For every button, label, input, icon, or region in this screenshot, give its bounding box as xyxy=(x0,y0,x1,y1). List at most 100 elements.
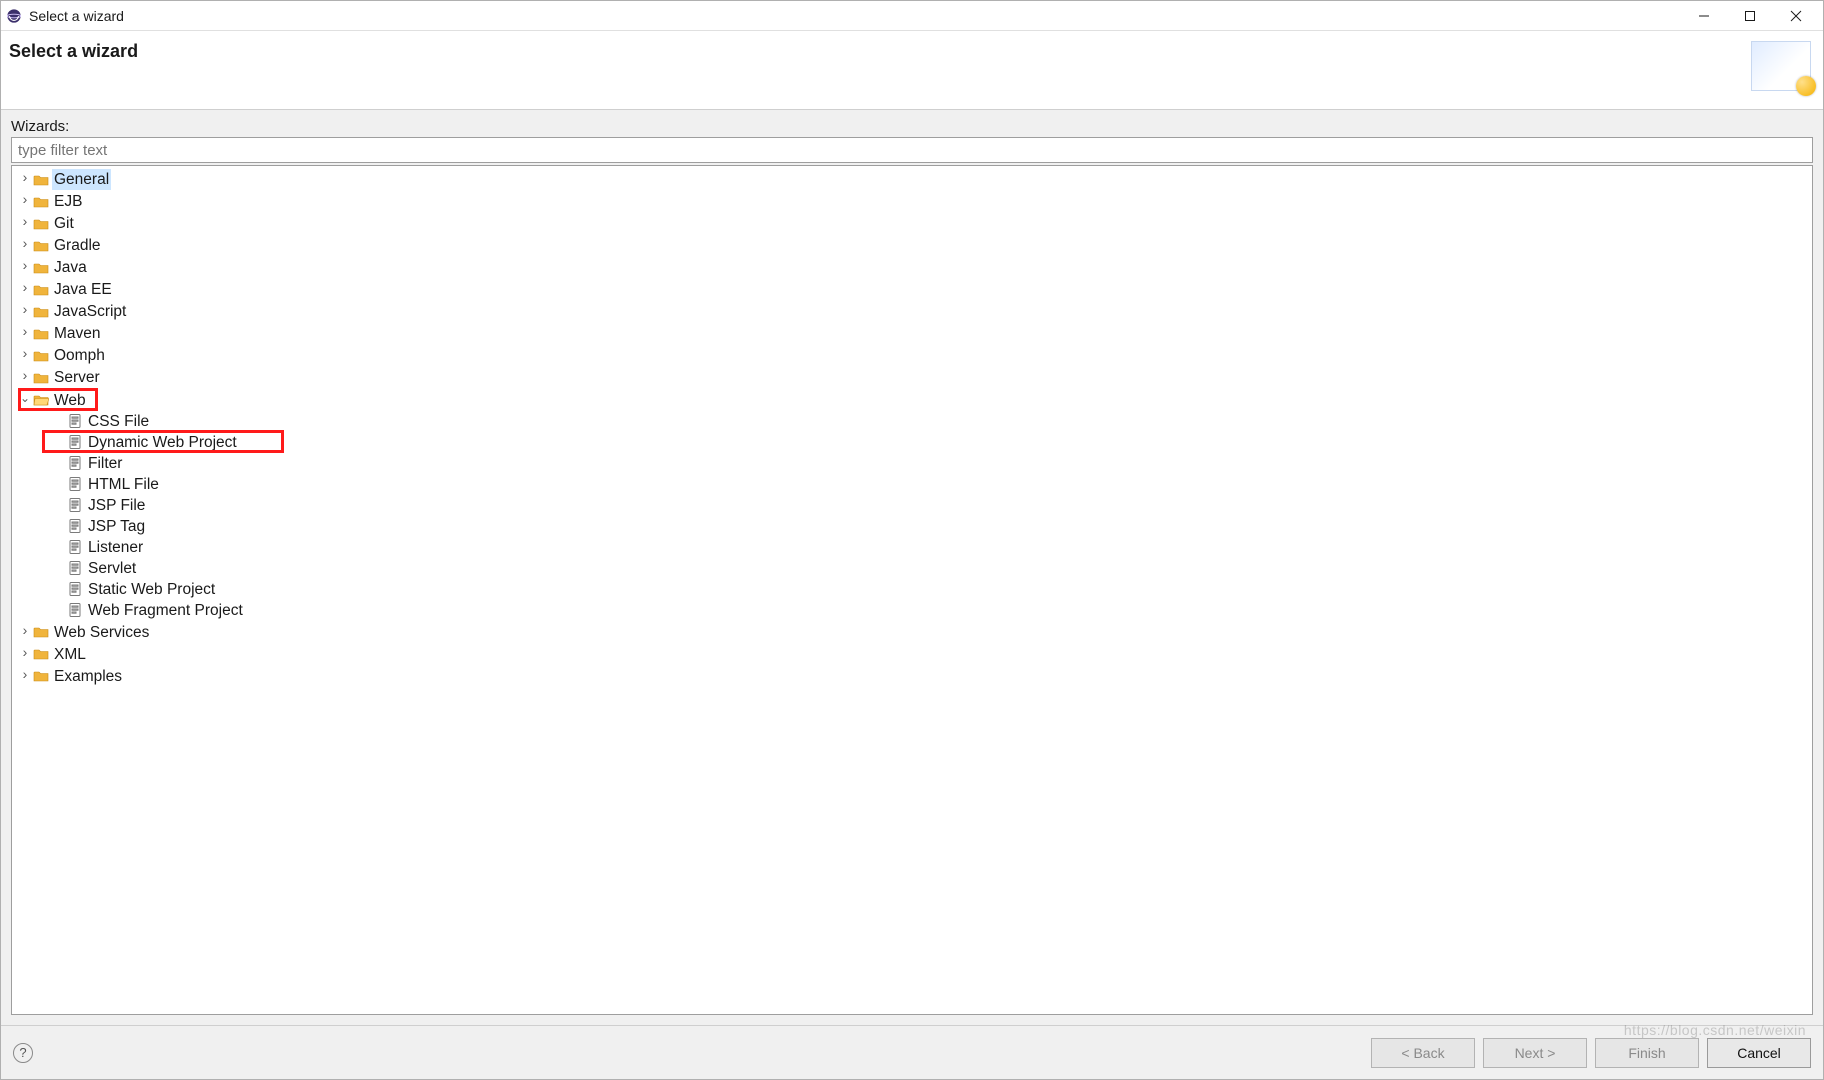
chevron-right-icon[interactable] xyxy=(18,300,32,323)
file-icon xyxy=(67,560,83,576)
chevron-right-icon[interactable] xyxy=(18,190,32,213)
maximize-button[interactable] xyxy=(1727,1,1773,31)
cancel-button[interactable]: Cancel xyxy=(1707,1038,1811,1068)
tree-folder-git[interactable]: Git xyxy=(12,212,1812,234)
window-title: Select a wizard xyxy=(29,8,124,24)
tree-row[interactable]: Examples xyxy=(12,666,1812,687)
tree-item-label: General xyxy=(52,169,111,190)
chevron-right-icon[interactable] xyxy=(18,621,32,644)
tree-item-label: Java xyxy=(52,257,89,278)
file-icon xyxy=(67,602,83,618)
tree-item-dynamic-web-project[interactable]: Dynamic Web Project xyxy=(12,432,1812,453)
tree-folder-web-services[interactable]: Web Services xyxy=(12,621,1812,643)
tree-item-label: Maven xyxy=(52,323,103,344)
chevron-right-icon[interactable] xyxy=(18,256,32,279)
tree-folder-server[interactable]: Server xyxy=(12,366,1812,388)
tree-row[interactable]: Static Web Project xyxy=(12,579,1812,600)
tree-row[interactable]: Gradle xyxy=(12,235,1812,256)
tree-row[interactable]: HTML File xyxy=(12,474,1812,495)
titlebar: Select a wizard xyxy=(1,1,1823,31)
next-button[interactable]: Next > xyxy=(1483,1038,1587,1068)
tree-row[interactable]: Filter xyxy=(12,453,1812,474)
tree-row[interactable]: JavaScript xyxy=(12,301,1812,322)
tree-folder-xml[interactable]: XML xyxy=(12,643,1812,665)
folder-icon xyxy=(33,668,49,684)
folder-icon xyxy=(33,172,49,188)
filter-input[interactable] xyxy=(11,137,1813,163)
dialog-header: Select a wizard xyxy=(1,31,1823,109)
tree-item-listener[interactable]: Listener xyxy=(12,537,1812,558)
chevron-right-icon[interactable] xyxy=(18,665,32,688)
chevron-right-icon[interactable] xyxy=(18,344,32,367)
tree-row[interactable]: General xyxy=(12,169,1812,190)
file-icon xyxy=(67,413,83,429)
tree-folder-web[interactable]: Web CSS File Dynamic Web Project Filter … xyxy=(12,388,1812,621)
tree-item-html-file[interactable]: HTML File xyxy=(12,474,1812,495)
tree-folder-gradle[interactable]: Gradle xyxy=(12,234,1812,256)
tree-item-servlet[interactable]: Servlet xyxy=(12,558,1812,579)
tree-item-label: Web Services xyxy=(52,622,151,643)
window-controls xyxy=(1681,1,1819,31)
tree-item-label: Web xyxy=(52,390,88,411)
tree-item-css-file[interactable]: CSS File xyxy=(12,411,1812,432)
tree-row[interactable]: Java xyxy=(12,257,1812,278)
chevron-down-icon[interactable] xyxy=(18,389,32,411)
tree-row[interactable]: EJB xyxy=(12,191,1812,212)
chevron-right-icon[interactable] xyxy=(18,322,32,345)
file-icon xyxy=(67,455,83,471)
tree-folder-oomph[interactable]: Oomph xyxy=(12,344,1812,366)
close-button[interactable] xyxy=(1773,1,1819,31)
tree-item-label: Static Web Project xyxy=(86,579,217,600)
back-button[interactable]: < Back xyxy=(1371,1038,1475,1068)
tree-item-jsp-file[interactable]: JSP File xyxy=(12,495,1812,516)
help-icon[interactable]: ? xyxy=(13,1043,33,1063)
tree-row[interactable]: Listener xyxy=(12,537,1812,558)
chevron-right-icon[interactable] xyxy=(18,234,32,257)
tree-folder-general[interactable]: General xyxy=(12,168,1812,190)
chevron-right-icon[interactable] xyxy=(18,366,32,389)
tree-row[interactable]: CSS File xyxy=(12,411,1812,432)
tree-folder-java[interactable]: Java xyxy=(12,256,1812,278)
tree-row[interactable]: Web xyxy=(12,390,1812,411)
folder-icon xyxy=(33,624,49,640)
tree-item-jsp-tag[interactable]: JSP Tag xyxy=(12,516,1812,537)
tree-folder-examples[interactable]: Examples xyxy=(12,665,1812,687)
tree-row[interactable]: Web Services xyxy=(12,622,1812,643)
tree-row[interactable]: Dynamic Web Project xyxy=(12,432,1812,453)
dialog-footer: ? < Back Next > Finish Cancel xyxy=(1,1025,1823,1079)
tree-row[interactable]: Web Fragment Project xyxy=(12,600,1812,621)
tree-folder-ejb[interactable]: EJB xyxy=(12,190,1812,212)
minimize-button[interactable] xyxy=(1681,1,1727,31)
wizard-tree[interactable]: General EJB Git Gradle Java Java EE Java… xyxy=(11,165,1813,1015)
tree-folder-javaee[interactable]: Java EE xyxy=(12,278,1812,300)
finish-button[interactable]: Finish xyxy=(1595,1038,1699,1068)
tree-folder-maven[interactable]: Maven xyxy=(12,322,1812,344)
chevron-right-icon[interactable] xyxy=(18,168,32,191)
folder-icon xyxy=(33,348,49,364)
tree-item-label: JSP Tag xyxy=(86,516,147,537)
tree-row[interactable]: Oomph xyxy=(12,345,1812,366)
dialog-body: Wizards: General EJB Git Gradle Java Jav… xyxy=(1,110,1823,1025)
tree-row[interactable]: Git xyxy=(12,213,1812,234)
tree-item-static-web-project[interactable]: Static Web Project xyxy=(12,579,1812,600)
tree-row[interactable]: Java EE xyxy=(12,279,1812,300)
tree-item-web-fragment-project[interactable]: Web Fragment Project xyxy=(12,600,1812,621)
tree-row[interactable]: Server xyxy=(12,367,1812,388)
folder-icon xyxy=(33,392,49,408)
tree-row[interactable]: Maven xyxy=(12,323,1812,344)
tree-item-filter[interactable]: Filter xyxy=(12,453,1812,474)
tree-item-label: Examples xyxy=(52,666,124,687)
tree-folder-javascript[interactable]: JavaScript xyxy=(12,300,1812,322)
folder-icon xyxy=(33,326,49,342)
chevron-right-icon[interactable] xyxy=(18,643,32,666)
folder-icon xyxy=(33,370,49,386)
tree-row[interactable]: JSP File xyxy=(12,495,1812,516)
file-icon xyxy=(67,497,83,513)
chevron-right-icon[interactable] xyxy=(18,278,32,301)
tree-row[interactable]: Servlet xyxy=(12,558,1812,579)
tree-row[interactable]: XML xyxy=(12,644,1812,665)
chevron-right-icon[interactable] xyxy=(18,212,32,235)
tree-row[interactable]: JSP Tag xyxy=(12,516,1812,537)
tree-item-label: XML xyxy=(52,644,88,665)
folder-icon xyxy=(33,282,49,298)
